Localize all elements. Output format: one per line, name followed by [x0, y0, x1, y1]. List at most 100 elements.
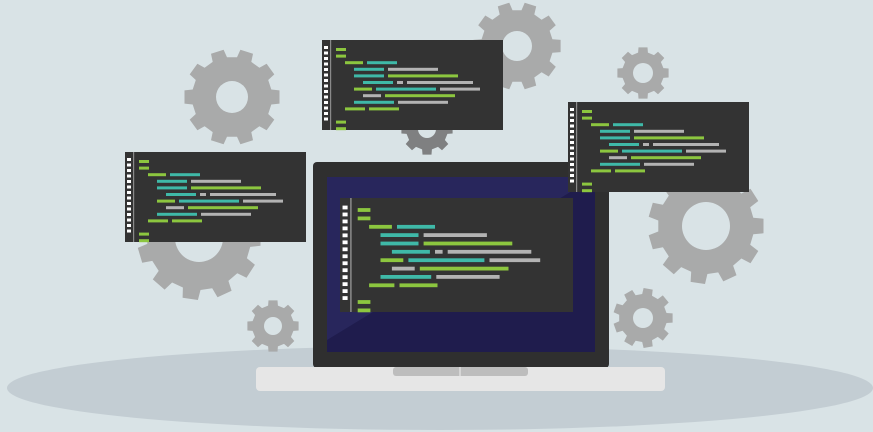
code-window-icon — [340, 198, 573, 312]
line-number-marker — [342, 205, 348, 210]
code-line-segment — [157, 179, 187, 183]
code-line-segment — [385, 94, 455, 98]
line-number-marker — [570, 174, 574, 177]
code-line-segment — [336, 120, 346, 124]
code-line-segment — [157, 186, 187, 190]
code-line-segment — [397, 224, 435, 229]
line-number-marker — [324, 62, 328, 66]
code-line-segment — [391, 266, 415, 271]
code-line-segment — [634, 136, 704, 140]
line-number-marker — [324, 79, 328, 82]
code-line-segment — [631, 156, 701, 160]
line-number-marker — [324, 117, 328, 121]
code-line-segment — [407, 81, 473, 84]
code-line-segment — [653, 143, 719, 146]
code-window-icon — [125, 152, 306, 242]
laptop-hinge-split — [459, 367, 461, 376]
code-line-segment — [172, 219, 202, 223]
code-line-segment — [243, 199, 283, 203]
code-line-segment — [398, 100, 448, 104]
gear-hole — [216, 81, 248, 113]
line-number-marker — [127, 207, 131, 211]
code-line-segment — [191, 179, 241, 183]
code-line-segment — [357, 208, 371, 212]
line-number-marker — [342, 275, 348, 280]
code-line-segment — [582, 110, 592, 113]
line-number-marker — [570, 179, 574, 183]
line-number-marker — [324, 46, 328, 49]
code-line-segment — [357, 308, 371, 313]
code-line-segment — [622, 149, 682, 153]
code-line-segment — [139, 160, 149, 163]
illustration-canvas — [0, 0, 873, 432]
line-number-marker — [342, 233, 348, 238]
gutter-divider — [133, 152, 135, 242]
code-line-segment — [336, 127, 346, 131]
line-number-marker — [127, 218, 131, 222]
line-number-marker — [324, 101, 328, 104]
code-line-segment — [148, 173, 166, 177]
code-line-segment — [345, 107, 365, 111]
line-number-marker — [570, 163, 574, 166]
code-line-segment — [188, 206, 258, 210]
line-number-marker — [324, 73, 328, 77]
line-number-marker — [324, 95, 328, 99]
line-number-marker — [324, 112, 328, 115]
gutter-divider — [350, 198, 352, 312]
line-number-marker — [570, 130, 574, 133]
code-line-segment — [600, 129, 630, 133]
code-line-segment — [609, 156, 627, 160]
code-line-segment — [354, 67, 384, 71]
code-line-segment — [600, 136, 630, 140]
gear-hole — [682, 202, 730, 250]
line-number-marker — [570, 108, 574, 111]
code-line-segment — [345, 61, 363, 65]
code-line-segment — [367, 61, 397, 65]
code-line-segment — [686, 149, 726, 153]
code-window-laptop — [340, 198, 573, 313]
code-window-left — [125, 152, 306, 243]
code-line-segment — [643, 143, 649, 146]
line-number-marker — [342, 282, 348, 287]
code-line-segment — [435, 249, 443, 254]
code-line-segment — [191, 186, 261, 190]
gutter-divider — [576, 102, 578, 192]
code-window-icon — [322, 40, 503, 130]
line-number-marker — [342, 247, 348, 252]
line-number-marker — [342, 219, 348, 224]
code-line-segment — [380, 233, 419, 237]
code-line-segment — [399, 283, 438, 288]
line-number-marker — [127, 169, 131, 172]
line-number-marker — [570, 113, 574, 117]
line-number-marker — [342, 212, 348, 217]
code-line-segment — [436, 275, 500, 279]
line-number-marker — [127, 229, 131, 233]
code-line-segment — [388, 74, 458, 78]
code-line-segment — [380, 275, 432, 279]
line-number-marker — [342, 226, 348, 231]
line-number-marker — [324, 51, 328, 55]
code-line-segment — [380, 241, 419, 246]
line-number-marker — [324, 57, 328, 60]
line-number-marker — [127, 213, 131, 216]
code-line-segment — [148, 219, 168, 223]
line-number-marker — [570, 146, 574, 150]
line-number-marker — [570, 119, 574, 122]
code-line-segment — [376, 87, 436, 91]
line-number-marker — [324, 106, 328, 110]
code-line-segment — [419, 266, 509, 271]
code-line-segment — [363, 94, 381, 98]
line-number-marker — [570, 152, 574, 155]
code-line-segment — [591, 123, 609, 127]
code-line-segment — [201, 212, 251, 216]
code-line-segment — [357, 216, 371, 221]
line-number-marker — [127, 180, 131, 183]
code-line-segment — [210, 193, 276, 196]
code-line-segment — [369, 107, 399, 111]
code-line-segment — [380, 258, 404, 263]
code-line-segment — [354, 100, 394, 104]
line-number-marker — [324, 68, 328, 71]
line-number-marker — [342, 268, 348, 273]
line-number-marker — [342, 289, 348, 293]
code-line-segment — [369, 224, 392, 229]
